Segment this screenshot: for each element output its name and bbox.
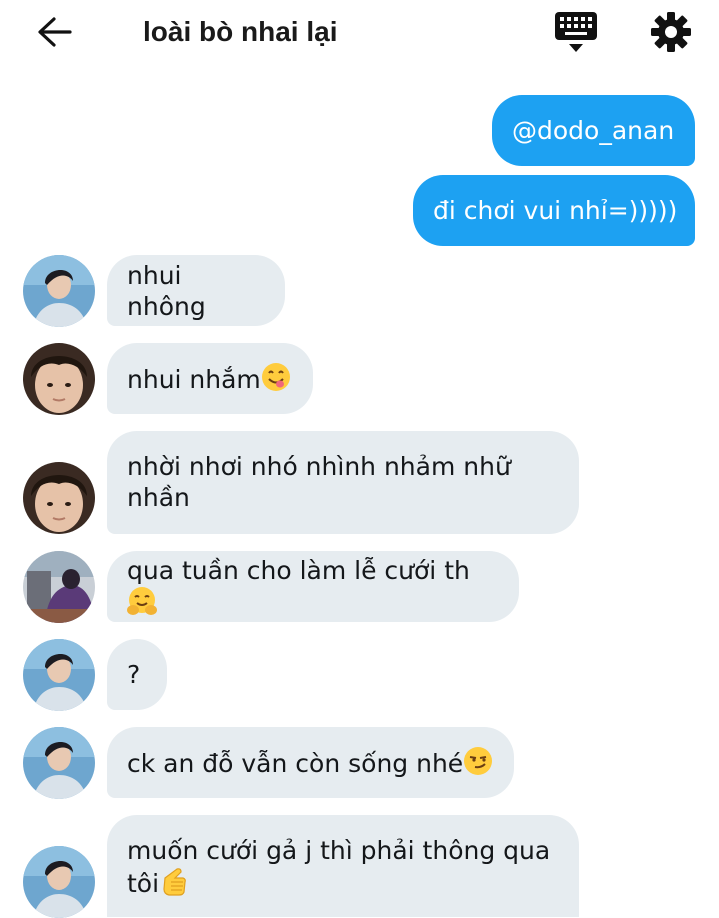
avatar[interactable] xyxy=(23,727,95,799)
avatar[interactable] xyxy=(23,343,95,415)
face-savoring-food-emoji xyxy=(261,362,291,392)
message-bubble-incoming[interactable]: nhui nhông xyxy=(107,255,285,326)
message-text: ck an đỗ vẫn còn sống nhé xyxy=(127,746,493,779)
hugging-face-emoji xyxy=(127,586,157,616)
message-bubble-incoming[interactable]: nhui nhắm xyxy=(107,343,313,414)
message-text: đi chơi vui nhỉ=))))) xyxy=(433,196,678,225)
avatar[interactable] xyxy=(23,462,95,534)
message-text: @dodo_anan xyxy=(512,116,675,145)
keyboard-toggle-button[interactable] xyxy=(553,10,599,54)
back-button[interactable] xyxy=(32,12,80,52)
settings-button[interactable] xyxy=(649,10,693,54)
message-text: muốn cưới gả j thì phải thông qua tôi xyxy=(127,836,551,898)
keyboard-icon xyxy=(555,12,597,52)
message-bubble-incoming[interactable]: muốn cưới gả j thì phải thông qua tôi xyxy=(107,815,579,917)
chat-header: loài bò nhai lại xyxy=(0,0,719,64)
smirking-face-emoji xyxy=(463,746,493,776)
message-text: nhui nhắm xyxy=(127,362,291,395)
avatar[interactable] xyxy=(23,639,95,711)
message-bubble-outgoing[interactable]: đi chơi vui nhỉ=))))) xyxy=(413,175,695,246)
message-bubble-outgoing[interactable]: @dodo_anan xyxy=(492,95,695,166)
message-text: ? xyxy=(127,660,141,689)
gear-icon xyxy=(651,12,691,52)
avatar[interactable] xyxy=(23,551,95,623)
avatar[interactable] xyxy=(23,255,95,327)
message-text: nhời nhơi nhó nhình nhảm nhữ nhần xyxy=(127,452,511,512)
conversation-title: loài bò nhai lại xyxy=(143,16,338,47)
message-bubble-incoming[interactable]: ? xyxy=(107,639,167,710)
message-bubble-incoming[interactable]: qua tuần cho làm lễ cưới th xyxy=(107,551,519,622)
message-bubble-incoming[interactable]: nhời nhơi nhó nhình nhảm nhữ nhần xyxy=(107,431,579,534)
pointing-hand-emoji xyxy=(159,866,189,896)
message-text: nhui nhông xyxy=(127,260,206,321)
avatar[interactable] xyxy=(23,846,95,918)
message-bubble-incoming[interactable]: ck an đỗ vẫn còn sống nhé xyxy=(107,727,514,798)
message-text: qua tuần cho làm lễ cưới th xyxy=(127,555,499,619)
arrow-left-icon xyxy=(38,17,72,47)
